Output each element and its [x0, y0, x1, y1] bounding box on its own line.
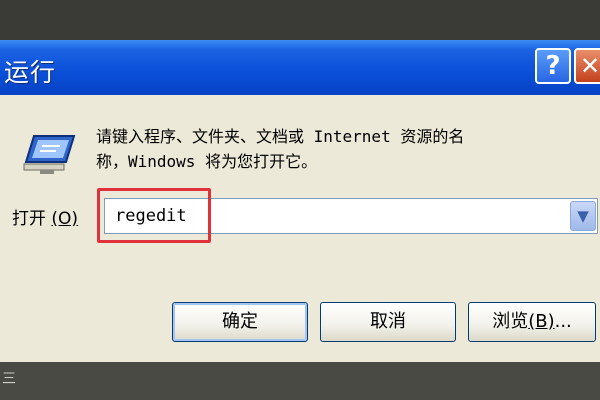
desktop-background: 三 — [0, 362, 600, 400]
cancel-button[interactable]: 取消 — [320, 302, 456, 342]
instruction-line-1: 请键入程序、文件夹、文档或 Internet 资源的名 — [96, 127, 465, 146]
browse-hotkey: (B) — [528, 311, 555, 332]
ok-button[interactable]: 确定 — [172, 302, 308, 342]
title-bar[interactable]: 运行 ? ✕ — [0, 40, 600, 95]
help-button[interactable]: ? — [535, 48, 571, 84]
window-title: 运行 — [4, 58, 57, 87]
browse-label: 浏览 — [492, 311, 529, 332]
run-dialog: 运行 ? ✕ 请键入程序、文件夹、文档或 Internet 资源的名 称，Win… — [0, 40, 600, 362]
run-icon — [23, 135, 76, 174]
instruction-line-2: 称，Windows 将为您打开它。 — [96, 152, 318, 171]
browse-suffix: ... — [554, 311, 572, 332]
browse-button[interactable]: 浏览(B)... — [468, 302, 596, 342]
chevron-down-icon: ▼ — [577, 207, 589, 225]
red-highlight-box — [97, 188, 211, 243]
desktop-corner-mark: 三 — [2, 371, 16, 387]
open-label-hotkey: (O) — [51, 209, 79, 229]
dropdown-arrow-button[interactable]: ▼ — [570, 201, 596, 231]
open-label-text: 打开 — [12, 209, 46, 229]
instruction-text: 请键入程序、文件夹、文档或 Internet 资源的名 称，Windows 将为… — [96, 124, 596, 174]
open-label: 打开 (O) — [12, 204, 78, 229]
close-button[interactable]: ✕ — [574, 48, 600, 84]
